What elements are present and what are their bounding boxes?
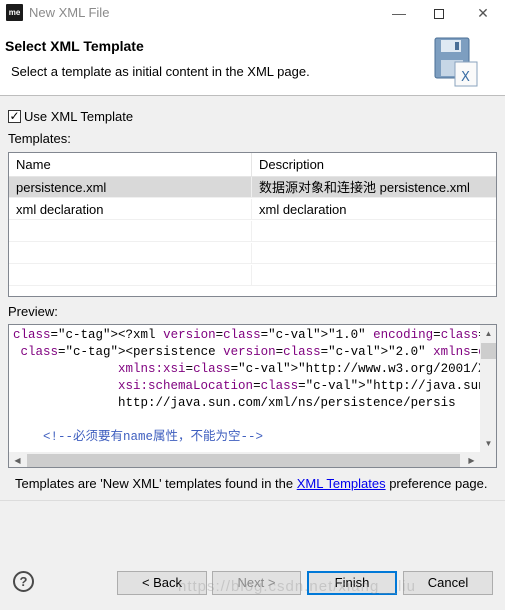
- column-header-description[interactable]: Description: [252, 153, 496, 177]
- code-line: xsi:schemaLocation=class="c-val">"http:/…: [118, 379, 481, 393]
- use-xml-template-label[interactable]: Use XML Template: [24, 109, 133, 124]
- vertical-scrollbar[interactable]: ▲ ▼: [480, 325, 496, 452]
- template-description-cell: xml declaration: [259, 202, 347, 217]
- minimize-button[interactable]: —: [379, 0, 419, 26]
- maximize-icon: [434, 9, 444, 20]
- code-line: http://java.sun.com/xml/ns/persistence/p…: [13, 396, 456, 410]
- code-line: class="c-tag"><persistence version=class…: [20, 345, 481, 359]
- page-description: Select a template as initial content in …: [11, 64, 310, 79]
- table-header: Name Description: [9, 153, 496, 177]
- info-prefix: Templates are 'New XML' templates found …: [15, 476, 297, 491]
- column-header-name[interactable]: Name: [9, 153, 252, 177]
- scroll-down-arrow-icon[interactable]: ▼: [480, 435, 496, 452]
- xml-wizard-banner-icon: X: [434, 37, 478, 87]
- watermark: https://blog.csdn.net/xiang__liu: [178, 578, 416, 595]
- empty-cell: [9, 221, 252, 242]
- empty-table-row: [9, 243, 496, 264]
- horizontal-scrollbar[interactable]: ◀ ▶: [9, 452, 480, 467]
- close-icon: ✕: [477, 5, 489, 21]
- code-line: xmlns:xsi=class="c-val">"http://www.w3.o…: [118, 362, 481, 376]
- maximize-button[interactable]: [419, 0, 459, 26]
- horizontal-scroll-thumb[interactable]: [27, 454, 460, 467]
- title-bar: me New XML File — ✕: [0, 0, 505, 26]
- scroll-up-arrow-icon[interactable]: ▲: [480, 325, 496, 342]
- vertical-scroll-thumb[interactable]: [481, 343, 496, 359]
- eclipse-app-icon: me: [6, 4, 23, 21]
- empty-table-row: [9, 221, 496, 242]
- template-description-cell: 数据源对象和连接池 persistence.xml: [259, 180, 470, 195]
- templates-label: Templates:: [8, 131, 71, 146]
- empty-cell: [9, 243, 252, 264]
- empty-table-row: [9, 265, 496, 286]
- minimize-icon: —: [392, 5, 406, 21]
- template-name-cell: xml declaration: [9, 199, 252, 220]
- templates-info-text: Templates are 'New XML' templates found …: [15, 476, 488, 491]
- table-row[interactable]: persistence.xml 数据源对象和连接池 persistence.xm…: [9, 177, 496, 198]
- templates-table[interactable]: Name Description persistence.xml 数据源对象和连…: [8, 152, 497, 297]
- code-line: class="c-tag"><?xml version=class="c-val…: [13, 328, 481, 342]
- svg-text:X: X: [461, 70, 470, 85]
- footer-divider: [0, 500, 505, 501]
- window-title: New XML File: [29, 5, 110, 20]
- empty-cell: [9, 265, 252, 286]
- preview-label: Preview:: [8, 304, 58, 319]
- close-button[interactable]: ✕: [463, 0, 503, 26]
- code-line: <!--必须要有name属性，不能为空-->: [13, 430, 264, 444]
- preview-pane[interactable]: class="c-tag"><?xml version=class="c-val…: [8, 324, 497, 468]
- use-xml-template-checkbox[interactable]: ✓: [8, 110, 21, 123]
- template-name-cell: persistence.xml: [9, 177, 252, 198]
- xml-templates-link[interactable]: XML Templates: [297, 476, 386, 491]
- checkmark-icon: ✓: [9, 109, 20, 123]
- help-icon[interactable]: ?: [13, 571, 34, 592]
- wizard-header: Select XML Template Select a template as…: [0, 26, 505, 96]
- scroll-left-arrow-icon[interactable]: ◀: [9, 452, 26, 467]
- scroll-right-arrow-icon[interactable]: ▶: [463, 452, 480, 467]
- cancel-button[interactable]: Cancel: [403, 571, 493, 595]
- xml-preview-code: class="c-tag"><?xml version=class="c-val…: [9, 325, 481, 452]
- scrollbar-corner: [480, 452, 496, 467]
- table-row[interactable]: xml declaration xml declaration: [9, 199, 496, 220]
- page-title: Select XML Template: [5, 38, 144, 54]
- info-suffix: preference page.: [385, 476, 488, 491]
